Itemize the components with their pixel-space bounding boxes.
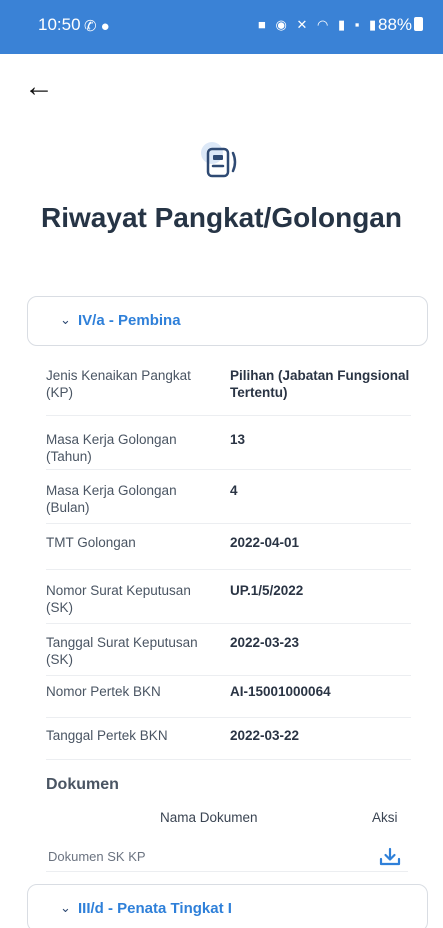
whatsapp-icon: ✆ [84, 18, 101, 35]
detail-value: 2022-03-23 [230, 635, 300, 650]
detail-value: 4 [230, 483, 238, 498]
detail-value: UP.1/5/2022 [230, 583, 304, 598]
detail-value: 2022-03-22 [230, 728, 300, 743]
detail-label: Masa Kerja Golongan (Bulan) [46, 483, 177, 515]
shield-icon: ■ [258, 17, 269, 32]
status-left-icons: ✆● [84, 17, 114, 35]
chevron-down-icon: ⌄ [60, 312, 71, 327]
signal-icon: ▮ [337, 17, 349, 32]
alarm-icon: ◉ [275, 17, 290, 32]
accordion-header-iiid[interactable]: ⌄ III/d - Penata Tingkat I [27, 884, 428, 928]
detail-row: TMT Golongan 2022-04-01 [46, 524, 411, 570]
column-header-document-name: Nama Dokumen [160, 810, 258, 825]
detail-label: Nomor Pertek BKN [46, 684, 161, 699]
detail-row: Nomor Surat Keputusan (SK) UP.1/5/2022 [46, 570, 411, 624]
column-header-action: Aksi [372, 810, 398, 825]
back-button[interactable]: ← [24, 68, 64, 108]
detail-row: Masa Kerja Golongan (Bulan) 4 [46, 470, 411, 524]
document-name: Dokumen SK KP [48, 849, 146, 864]
page-title: Riwayat Pangkat/Golongan [41, 202, 402, 233]
documents-title: Dokumen [46, 776, 119, 793]
detail-value: Pilihan (Jabatan Fungsional Tertentu) [230, 368, 410, 400]
status-right-icons: ■ ◉ ✕ ◠ ▮ ▪ ▮ [258, 17, 379, 33]
accordion-header-iva[interactable]: ⌄ IV/a - Pembina [27, 296, 428, 346]
detail-value: 13 [230, 432, 246, 447]
volte-icon: ▪ [354, 17, 363, 32]
chevron-down-icon: ⌄ [60, 900, 71, 915]
detail-label: Tanggal Pertek BKN [46, 728, 168, 743]
battery-level: 88% [378, 15, 413, 34]
detail-label: Masa Kerja Golongan (Tahun) [46, 432, 177, 464]
detail-row: Tanggal Pertek BKN 2022-03-22 [46, 718, 411, 760]
download-icon[interactable] [379, 847, 401, 867]
status-time: 10:50 [38, 15, 81, 34]
drop-icon: ● [100, 18, 114, 35]
document-row: Dokumen SK KP [46, 838, 408, 872]
detail-label: Nomor Surat Keputusan (SK) [46, 583, 191, 615]
battery-icon [414, 17, 424, 31]
accordion-label: IV/a - Pembina [78, 312, 181, 329]
mute-icon: ✕ [296, 17, 311, 32]
arrow-left-icon: ← [24, 70, 54, 103]
detail-row: Tanggal Surat Keputusan (SK) 2022-03-23 [46, 624, 411, 676]
detail-label: Jenis Kenaikan Pangkat (KP) [46, 368, 191, 400]
detail-row: Nomor Pertek BKN AI-15001000064 [46, 676, 411, 718]
detail-row: Jenis Kenaikan Pangkat (KP) Pilihan (Jab… [46, 356, 411, 416]
battery-indicator: 88% [378, 15, 424, 35]
detail-label: TMT Golongan [46, 535, 136, 550]
detail-label: Tanggal Surat Keputusan (SK) [46, 635, 198, 667]
detail-value: 2022-04-01 [230, 535, 300, 550]
wifi-icon: ◠ [316, 17, 332, 32]
detail-value: AI-15001000064 [230, 684, 331, 699]
detail-row: Masa Kerja Golongan (Tahun) 13 [46, 416, 411, 470]
status-bar: 10:50 ✆● ■ ◉ ✕ ◠ ▮ ▪ ▮ 88% [0, 0, 443, 54]
accordion-label: III/d - Penata Tingkat I [78, 900, 232, 917]
id-card-icon [201, 142, 237, 178]
